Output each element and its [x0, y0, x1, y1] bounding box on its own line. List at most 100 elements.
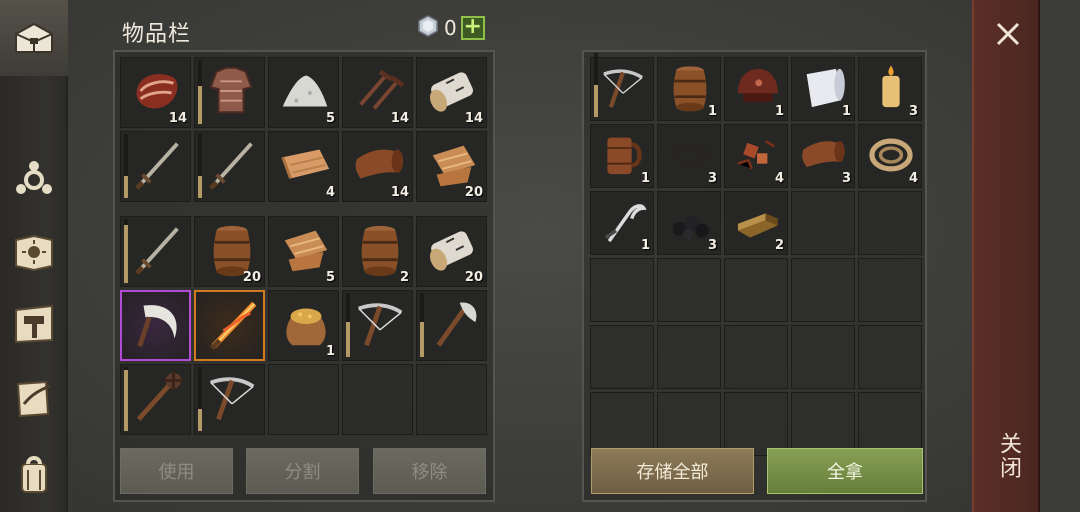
empty-slot[interactable]: [791, 258, 855, 322]
close-panel[interactable]: 关闭: [972, 0, 1040, 512]
item-count: 14: [390, 111, 409, 126]
remove-button[interactable]: 移除: [373, 448, 486, 494]
close-label[interactable]: 关闭: [992, 432, 1024, 480]
empty-slot[interactable]: [590, 325, 654, 389]
empty-slot[interactable]: [724, 258, 788, 322]
empty-slot[interactable]: [590, 258, 654, 322]
empty-slot[interactable]: [724, 325, 788, 389]
item-slot[interactable]: 20: [194, 216, 265, 287]
empty-slot[interactable]: [657, 258, 721, 322]
item-slot[interactable]: 14: [120, 57, 191, 128]
inventory-tab[interactable]: [0, 0, 68, 76]
empty-slot[interactable]: [791, 191, 855, 255]
item-count: 4: [908, 171, 918, 186]
item-slot[interactable]: 14: [416, 57, 487, 128]
item-count: 2: [399, 270, 409, 285]
item-slot[interactable]: 1: [590, 124, 654, 188]
item-slot[interactable]: 2: [724, 191, 788, 255]
item-count: 5: [325, 111, 335, 126]
item-slot[interactable]: 4: [268, 131, 339, 202]
item-slot[interactable]: [342, 290, 413, 361]
item-slot[interactable]: [120, 216, 191, 287]
item-slot[interactable]: 3: [657, 191, 721, 255]
empty-slot[interactable]: [791, 325, 855, 389]
item-slot[interactable]: 2: [342, 216, 413, 287]
item-slot[interactable]: [194, 131, 265, 202]
quill-scroll-icon: [16, 380, 51, 418]
empty-slot[interactable]: [858, 325, 922, 389]
item-slot[interactable]: 20: [416, 131, 487, 202]
durability-bar: [124, 219, 128, 283]
item-slot[interactable]: 4: [858, 124, 922, 188]
item-slot[interactable]: 3: [791, 124, 855, 188]
close-icon[interactable]: [992, 18, 1024, 50]
empty-slot[interactable]: [858, 258, 922, 322]
chest-icon: [15, 22, 53, 53]
item-count: 20: [464, 185, 483, 200]
hammer-map-icon: [15, 304, 53, 344]
empty-slot[interactable]: [657, 325, 721, 389]
empty-slot[interactable]: [858, 392, 922, 456]
item-slot[interactable]: [194, 290, 265, 361]
inventory-title: 物品栏: [122, 22, 192, 47]
empty-slot[interactable]: [791, 392, 855, 456]
item-count: 1: [707, 104, 717, 119]
empty-slot[interactable]: [724, 392, 788, 456]
item-slot[interactable]: 14: [342, 131, 413, 202]
item-slot[interactable]: 1: [791, 57, 855, 121]
empty-slot[interactable]: [590, 392, 654, 456]
empty-slot[interactable]: [268, 364, 339, 435]
item-slot[interactable]: 1: [268, 290, 339, 361]
durability-bar: [198, 134, 202, 198]
build-tab[interactable]: [6, 296, 62, 352]
item-slot[interactable]: 4: [724, 124, 788, 188]
item-count: 20: [242, 270, 261, 285]
item-slot[interactable]: 1: [657, 57, 721, 121]
item-count: 1: [640, 171, 650, 186]
item-count: 20: [464, 270, 483, 285]
item-slot[interactable]: 5: [268, 216, 339, 287]
item-count: 2: [774, 238, 784, 253]
axe-icon: [436, 302, 477, 347]
sickle-icon: [137, 305, 177, 348]
quests-tab[interactable]: [6, 370, 62, 426]
empty-slot[interactable]: [858, 191, 922, 255]
empty-slot[interactable]: [657, 392, 721, 456]
item-slot[interactable]: [194, 364, 265, 435]
item-slot[interactable]: 3: [858, 57, 922, 121]
item-slot[interactable]: 1: [724, 57, 788, 121]
durability-bar: [124, 134, 128, 198]
item-count: 5: [325, 270, 335, 285]
item-count: 4: [774, 171, 784, 186]
crossbow-icon: [603, 69, 644, 108]
store-all-button[interactable]: 存储全部: [591, 448, 754, 494]
item-slot[interactable]: [120, 131, 191, 202]
add-gems-button[interactable]: +: [460, 16, 485, 40]
empty-slot[interactable]: [416, 364, 487, 435]
crafting-tab[interactable]: [6, 152, 62, 208]
item-slot[interactable]: 3: [657, 124, 721, 188]
item-slot[interactable]: [120, 290, 191, 361]
take-all-button[interactable]: 全拿: [767, 448, 923, 494]
item-slot[interactable]: 14: [342, 57, 413, 128]
item-count: 1: [841, 104, 851, 119]
item-slot[interactable]: 20: [416, 216, 487, 287]
durability-bar: [346, 293, 350, 357]
gem-counter: 0 +: [416, 14, 485, 42]
chainmail-shirt-icon: [209, 66, 253, 114]
flaming-sword-icon: [210, 301, 257, 350]
item-slot[interactable]: [194, 57, 265, 128]
item-slot[interactable]: [590, 53, 654, 121]
split-button[interactable]: 分割: [246, 448, 359, 494]
sun-book-icon: [15, 234, 53, 272]
character-tab[interactable]: [6, 446, 62, 502]
skills-tab[interactable]: [6, 224, 62, 280]
use-button[interactable]: 使用: [120, 448, 233, 494]
item-count: 1: [774, 104, 784, 119]
item-slot[interactable]: 1: [590, 191, 654, 255]
item-slot[interactable]: 5: [268, 57, 339, 128]
item-slot[interactable]: [120, 364, 191, 435]
item-slot[interactable]: [416, 290, 487, 361]
empty-slot[interactable]: [342, 364, 413, 435]
item-count: 14: [464, 111, 483, 126]
